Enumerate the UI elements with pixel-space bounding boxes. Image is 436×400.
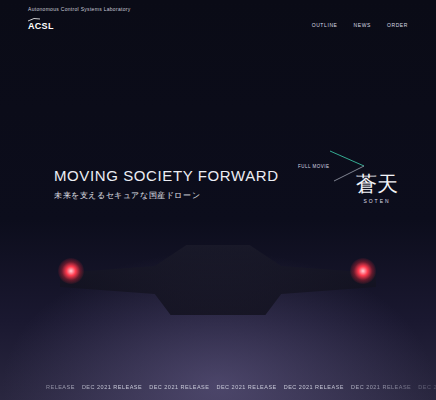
nav-item[interactable]: ORDER (387, 22, 408, 28)
ticker-item: RELEASE (46, 384, 75, 390)
hero: MOVING SOCIETY FORWARD 未来を支えるセキュアな国産ドローン F… (0, 31, 436, 384)
hero-title: MOVING SOCIETY FORWARD (54, 167, 279, 185)
ticker-item: DEC 2021 RELEASE (418, 384, 436, 390)
ticker-item: DEC 2021 RELEASE (216, 384, 276, 390)
red-light (58, 258, 84, 284)
landing-page: Autonomous Control Systems Laboratory ACS… (0, 0, 436, 400)
red-light (350, 258, 376, 284)
nav: OUTLINE NEWS ORDER (312, 22, 408, 28)
ticker-item: DEC 2021 RELEASE (284, 384, 344, 390)
release-ticker: RELEASE DEC 2021 RELEASE DEC 2021 RELEASE D… (0, 384, 436, 400)
ticker-item: DEC 2021 RELEASE (351, 384, 411, 390)
ticker-item: DEC 2021 RELEASE (82, 384, 142, 390)
logo[interactable]: ACSL (28, 18, 54, 31)
header: Autonomous Control Systems Laboratory ACS… (0, 0, 436, 31)
tagline: Autonomous Control Systems Laboratory (28, 6, 408, 12)
ticker-item: DEC 2021 RELEASE (149, 384, 209, 390)
nav-item[interactable]: OUTLINE (312, 22, 338, 28)
hero-copy: MOVING SOCIETY FORWARD 未来を支えるセキュアな国産ドローン (0, 149, 279, 201)
product-name: 蒼天SOTEN (356, 173, 398, 204)
hero-subtitle: 未来を支えるセキュアな国産ドローン (54, 191, 279, 201)
product-block: FULL MOVIE蒼天SOTEN (308, 149, 436, 204)
nav-item[interactable]: NEWS (354, 22, 371, 28)
